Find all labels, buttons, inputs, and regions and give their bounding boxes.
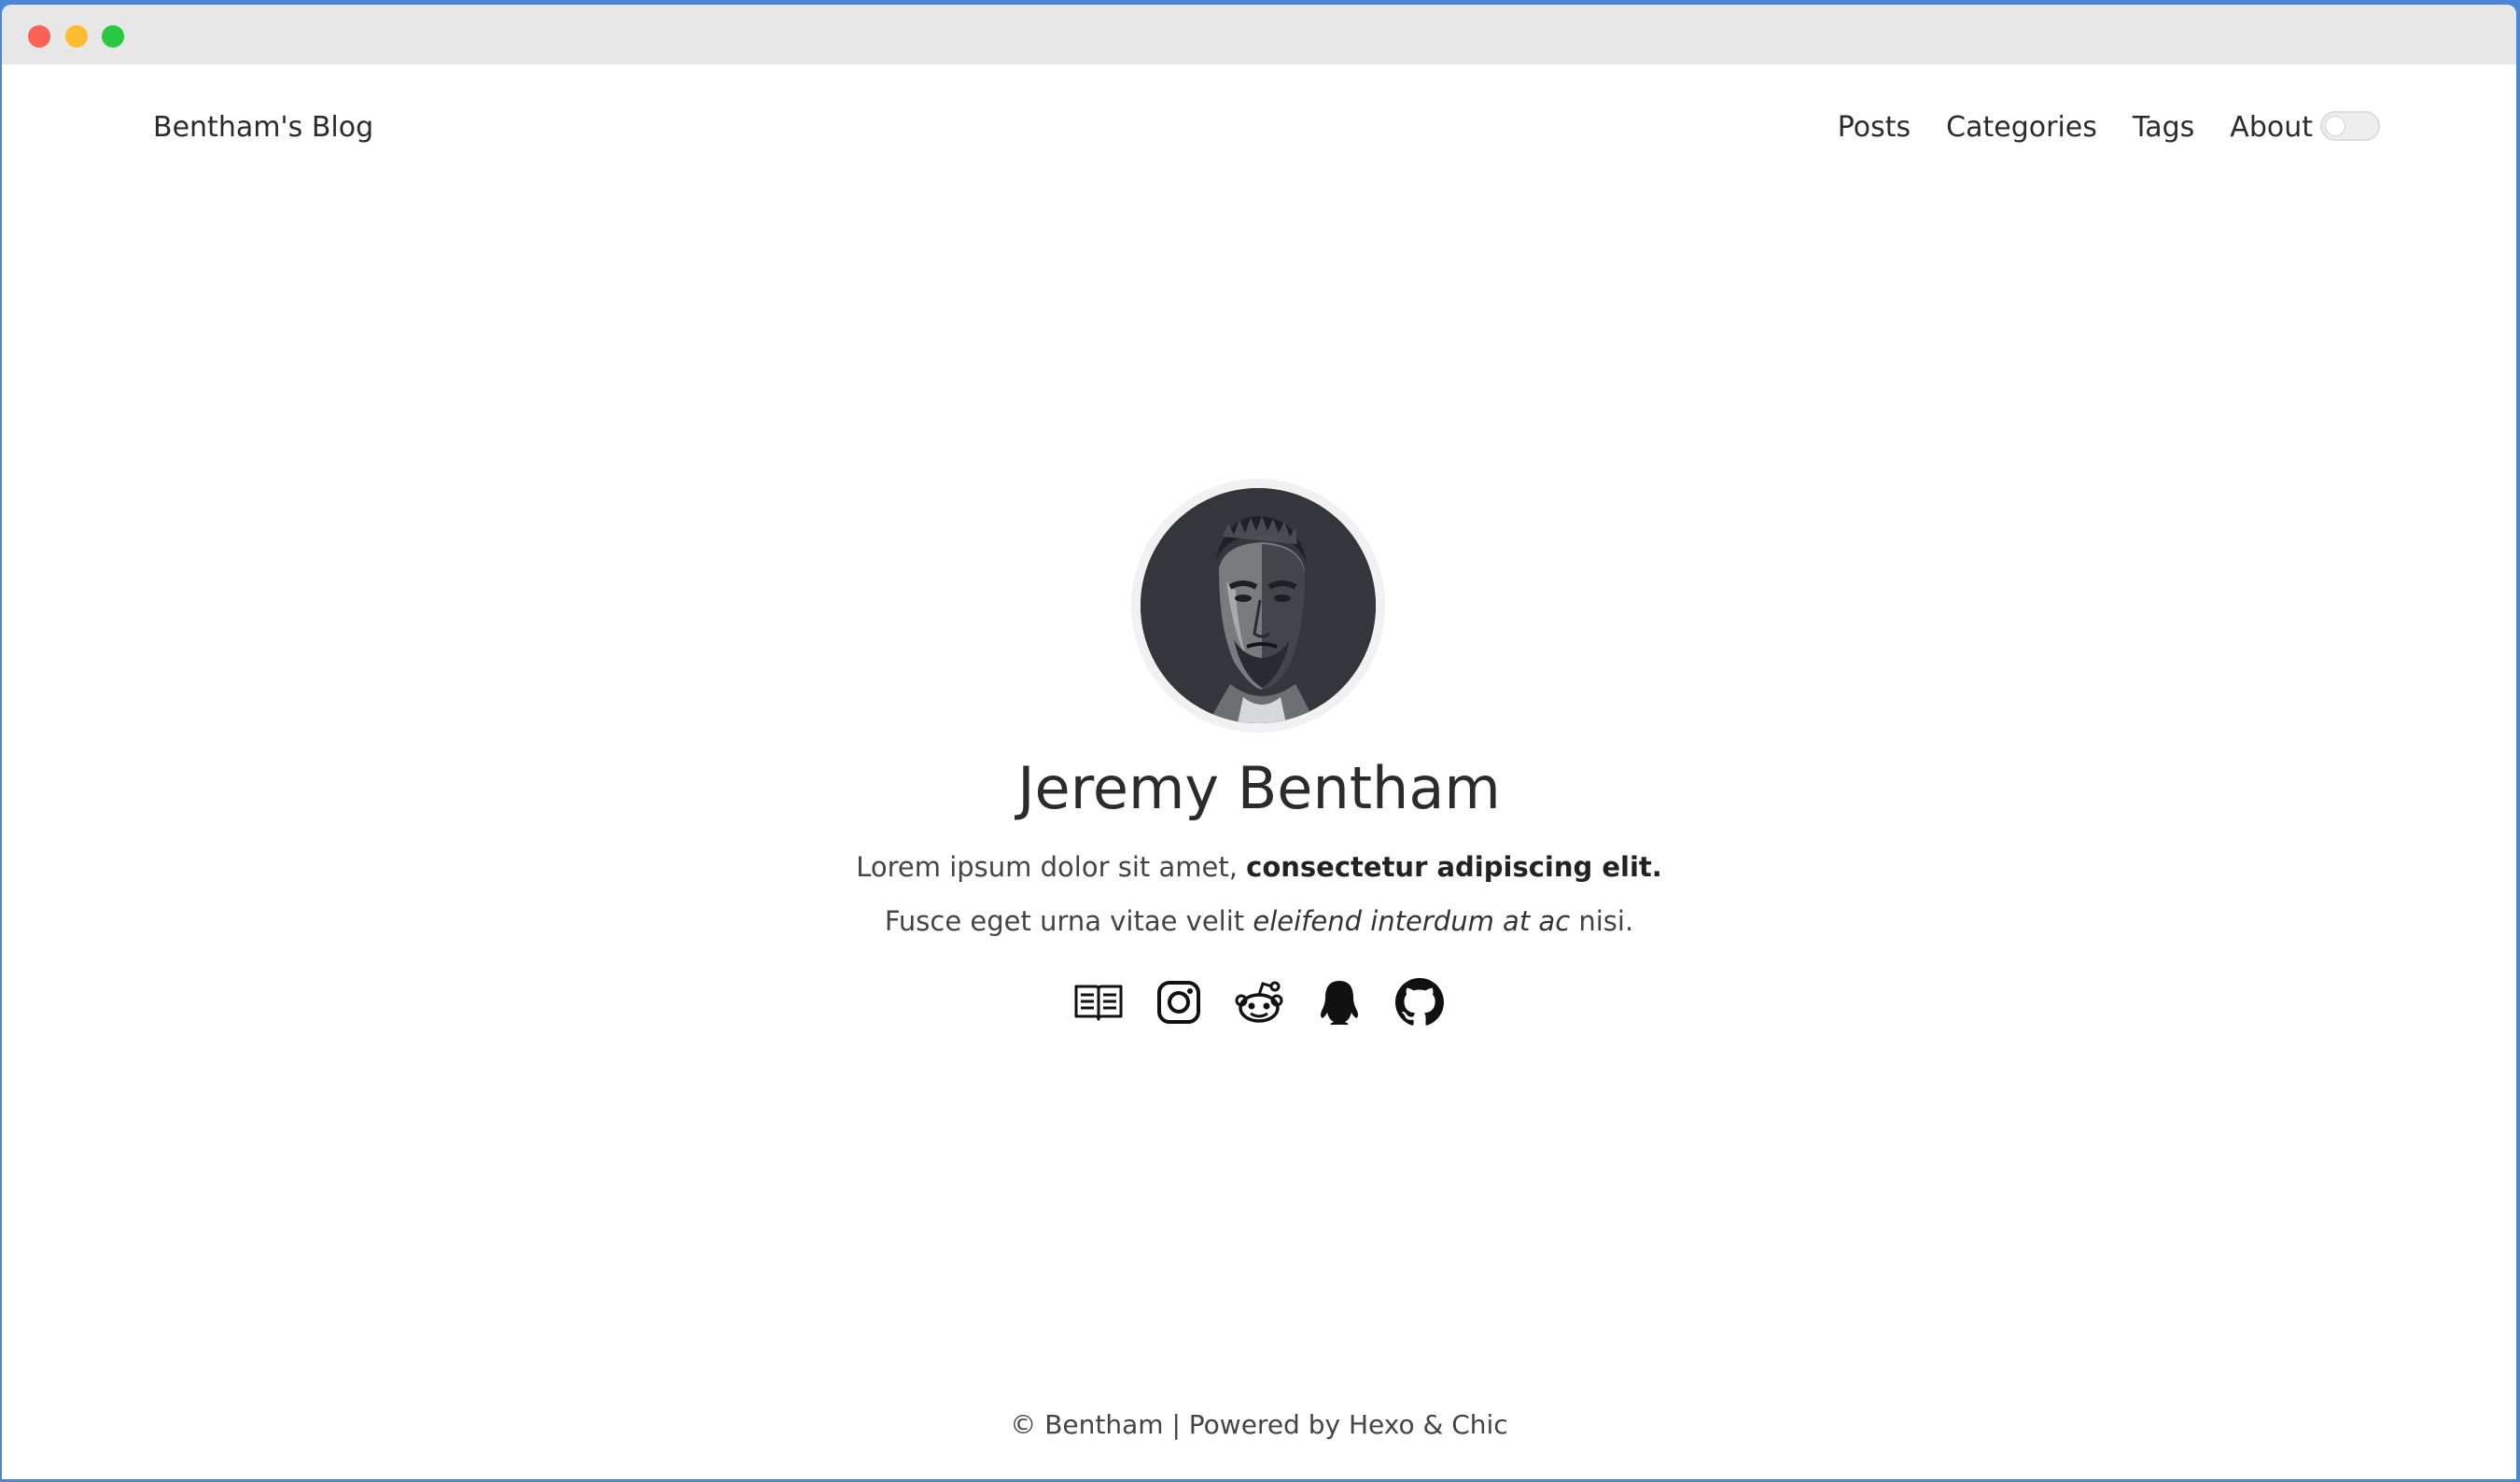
profile-description-line-1: Lorem ipsum dolor sit amet, consectetur …	[2, 848, 2516, 886]
footer-text: © Bentham | Powered by Hexo & Chic	[1010, 1409, 1508, 1440]
book-icon[interactable]	[1071, 975, 1126, 1029]
reddit-icon[interactable]	[1232, 975, 1286, 1029]
theme-toggle[interactable]	[2320, 111, 2380, 141]
main-nav: Posts Categories Tags About	[1802, 109, 2313, 147]
maximize-window-button[interactable]	[102, 25, 124, 48]
desc-plain-1: Lorem ipsum dolor sit amet,	[856, 851, 1247, 883]
nav-about[interactable]: About	[2230, 109, 2313, 147]
desc-bold: consectetur adipiscing elit.	[1246, 851, 1662, 883]
minimize-window-button[interactable]	[65, 25, 88, 48]
desc-italic: eleifend interdum at ac	[1253, 905, 1571, 937]
close-window-button[interactable]	[28, 25, 50, 48]
github-icon[interactable]	[1393, 975, 1447, 1029]
nav-categories[interactable]: Categories	[1946, 109, 2097, 147]
avatar	[1141, 488, 1376, 723]
avatar-frame	[1131, 479, 1385, 733]
avatar-portrait	[1141, 488, 1376, 723]
profile-description-line-2: Fusce eget urna vitae velit eleifend int…	[2, 902, 2516, 940]
toggle-knob	[2325, 116, 2345, 136]
instagram-icon[interactable]	[1152, 975, 1206, 1029]
nav-tags[interactable]: Tags	[2133, 109, 2194, 147]
qq-icon[interactable]	[1312, 975, 1366, 1029]
browser-window: Bentham's Blog Posts Categories Tags Abo…	[2, 5, 2516, 1479]
desc-plain-2: Fusce eget urna vitae velit	[884, 905, 1253, 937]
site-title-link[interactable]: Bentham's Blog	[153, 109, 373, 147]
profile-name: Jeremy Bentham	[1017, 754, 1501, 822]
desc-end: nisi.	[1570, 905, 1634, 937]
nav-posts[interactable]: Posts	[1838, 109, 1911, 147]
title-bar	[2, 5, 2516, 64]
social-links	[2, 975, 2516, 1029]
